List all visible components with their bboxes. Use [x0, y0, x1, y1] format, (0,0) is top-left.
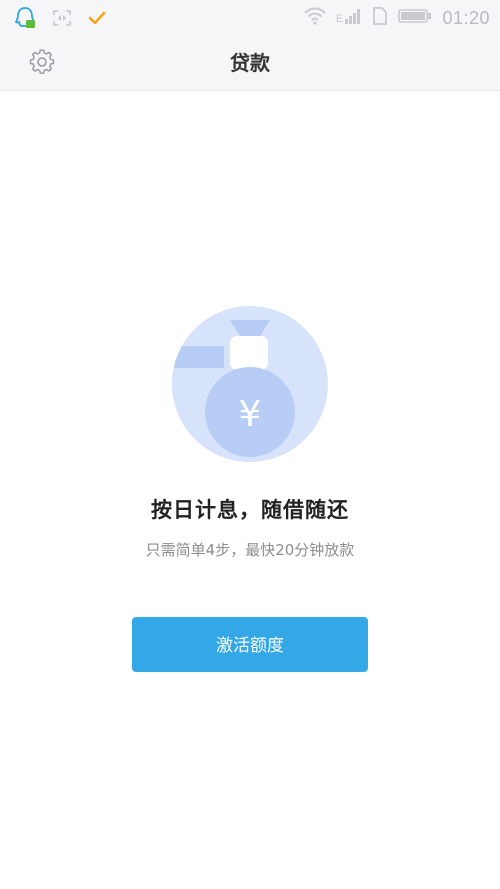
loan-screen: E 01:20 贷款 ¥ 按日计息，随借随还 只需简单4步，最快20分钟放款 激… — [0, 0, 500, 889]
qq-icon — [14, 6, 36, 34]
status-time: 01:20 — [442, 7, 490, 28]
money-bag-icon: ¥ — [172, 306, 328, 462]
subheadline: 只需简单4步，最快20分钟放款 — [145, 541, 355, 559]
signal-icon: E — [336, 7, 362, 29]
scan-icon — [52, 9, 72, 31]
wifi-icon — [304, 7, 327, 29]
currency-symbol: ¥ — [239, 394, 262, 435]
battery-icon — [398, 8, 432, 28]
status-bar: E 01:20 — [0, 0, 500, 36]
nav-bar: 贷款 — [0, 36, 500, 91]
page-title: 贷款 — [230, 51, 270, 75]
status-bar-right: E 01:20 — [304, 6, 490, 30]
svg-text:E: E — [336, 13, 343, 25]
activate-quota-button[interactable]: 激活额度 — [132, 617, 368, 672]
check-icon — [88, 10, 106, 30]
status-bar-left — [14, 6, 106, 34]
sim-icon — [372, 6, 388, 30]
headline: 按日计息，随借随还 — [151, 498, 349, 522]
